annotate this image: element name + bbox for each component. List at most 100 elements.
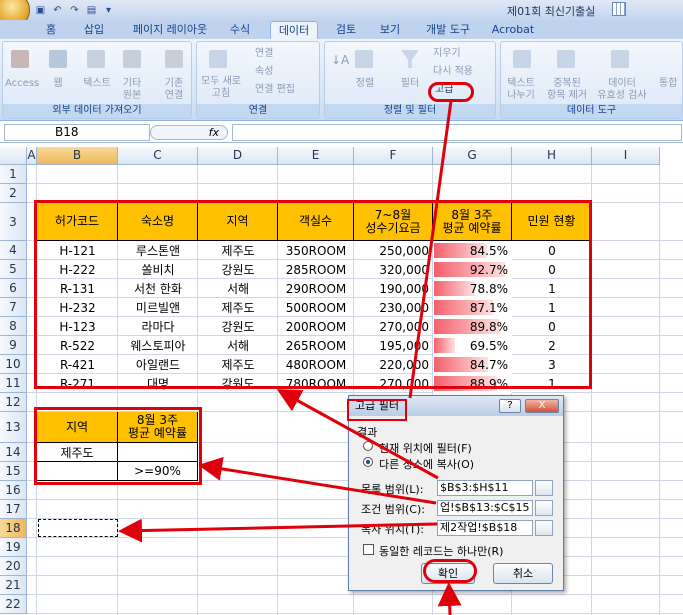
unique-records-checkbox[interactable] [363,544,374,555]
table-cell[interactable]: 강원도 [198,374,278,393]
table-cell[interactable]: 780ROOM [278,374,354,393]
row-header-7[interactable]: 7 [0,298,27,317]
table-cell[interactable]: 350ROOM [278,241,354,260]
row-header-9[interactable]: 9 [0,336,27,355]
table-cell[interactable]: 270,000 [354,317,433,336]
radio-copy-to[interactable] [363,457,373,467]
text-button[interactable]: 텍스트 [79,78,115,90]
row-header-12[interactable]: 12 [0,393,27,412]
table-cell[interactable]: R-421 [37,355,118,374]
table-cell[interactable]: 제주도 [198,355,278,374]
advanced-filter-button[interactable]: 고급 [435,84,453,96]
table-cell[interactable]: 290ROOM [278,279,354,298]
table-cell[interactable]: 69.5% [433,336,512,355]
help-button[interactable]: ? [499,399,521,413]
table-cell[interactable]: 아일랜드 [118,355,198,374]
table-header-cell[interactable]: 7~8월 성수기요금 [354,203,433,241]
tab-formulas[interactable]: 수식 [222,21,258,39]
reapply-button[interactable]: 다시 적용 [433,66,473,78]
criteria-cell[interactable] [37,462,118,481]
tab-review[interactable]: 검토 [328,21,364,39]
column-header-d[interactable]: D [198,147,278,165]
row-header-17[interactable]: 17 [0,500,27,519]
column-header-a[interactable]: A [27,147,37,165]
tab-developer[interactable]: 개발 도구 [420,21,476,39]
ok-button[interactable]: 확인 [421,563,475,584]
table-cell[interactable]: 200ROOM [278,317,354,336]
tab-home[interactable]: 홈 [36,21,66,39]
table-header-cell[interactable]: 지역 [198,203,278,241]
table-cell[interactable]: 웨스토피아 [118,336,198,355]
tab-data[interactable]: 데이터 [270,21,318,39]
row-header-10[interactable]: 10 [0,355,27,374]
table-cell[interactable]: 265ROOM [278,336,354,355]
table-cell[interactable]: 1 [512,279,592,298]
edit-links-button[interactable]: 연결 편집 [255,84,295,96]
table-cell[interactable]: 190,000 [354,279,433,298]
criteria-range-field[interactable]: 업!$B$13:$C$15 [437,500,533,516]
table-header-cell[interactable]: 8월 3주 평균 예약률 [433,203,512,241]
clear-button[interactable]: 지우기 [433,48,461,60]
table-cell[interactable]: 미르빌앤 [118,298,198,317]
text-to-columns-button[interactable]: 텍스트 나누기 [503,78,539,102]
row-header-18[interactable]: 18 [0,519,27,538]
collapse-dialog-icon[interactable] [535,500,553,516]
table-cell[interactable]: 제주도 [198,298,278,317]
table-header-cell[interactable]: 객실수 [278,203,354,241]
row-header-4[interactable]: 4 [0,241,27,260]
table-cell[interactable]: 87.1% [433,298,512,317]
row-header-11[interactable]: 11 [0,374,27,393]
criteria-header-cell[interactable]: 8월 3주 평균 예약률 [118,412,198,443]
table-cell[interactable]: R-271 [37,374,118,393]
row-header-14[interactable]: 14 [0,443,27,462]
table-header-cell[interactable]: 숙소명 [118,203,198,241]
existing-conn-button[interactable]: 기존 연결 [159,78,189,102]
table-cell[interactable]: 1 [512,298,592,317]
table-cell[interactable]: 92.7% [433,260,512,279]
table-cell[interactable]: 라마다 [118,317,198,336]
row-header-21[interactable]: 21 [0,576,27,595]
table-cell[interactable]: 서해 [198,336,278,355]
table-cell[interactable]: 서천 한화 [118,279,198,298]
table-cell[interactable]: 220,000 [354,355,433,374]
table-cell[interactable]: H-121 [37,241,118,260]
table-cell[interactable]: 0 [512,241,592,260]
table-cell[interactable]: 84.5% [433,241,512,260]
table-cell[interactable]: 0 [512,317,592,336]
table-cell[interactable]: 195,000 [354,336,433,355]
table-cell[interactable]: 루스톤앤 [118,241,198,260]
tab-insert[interactable]: 삽입 [76,21,112,39]
row-header-19[interactable]: 19 [0,538,27,557]
table-header-cell[interactable]: 허가코드 [37,203,118,241]
tab-view[interactable]: 보기 [372,21,408,39]
collapse-dialog-icon[interactable] [535,520,553,536]
row-header-8[interactable]: 8 [0,317,27,336]
row-header-2[interactable]: 2 [0,184,27,203]
row-header-16[interactable]: 16 [0,481,27,500]
fx-icon[interactable]: fx [150,125,228,140]
sort-button[interactable]: 정렬 [351,78,379,90]
table-cell[interactable]: 480ROOM [278,355,354,374]
table-cell[interactable]: H-222 [37,260,118,279]
redo-icon[interactable]: ↷ [68,4,81,17]
row-header-1[interactable]: 1 [0,165,27,184]
table-cell[interactable]: 제주도 [198,241,278,260]
print-icon[interactable]: ▤ [85,4,98,17]
table-cell[interactable]: 89.8% [433,317,512,336]
criteria-cell[interactable] [118,443,198,462]
table-cell[interactable]: 320,000 [354,260,433,279]
table-cell[interactable]: 285ROOM [278,260,354,279]
connections-button[interactable]: 연결 [255,48,273,60]
consolidate-button[interactable]: 통합 [659,78,677,90]
table-cell[interactable]: 1 [512,374,592,393]
table-cell[interactable]: 대명 [118,374,198,393]
column-header-e[interactable]: E [278,147,354,165]
radio-filter-in-place[interactable] [363,441,373,451]
column-header-f[interactable]: F [354,147,433,165]
table-cell[interactable]: 88.9% [433,374,512,393]
row-header-22[interactable]: 22 [0,595,27,614]
save-icon[interactable]: ▣ [34,4,47,17]
column-header-i[interactable]: I [592,147,660,165]
copy-to-field[interactable]: 제2작업!$B$18 [437,520,533,536]
table-cell[interactable]: 쏠비치 [118,260,198,279]
